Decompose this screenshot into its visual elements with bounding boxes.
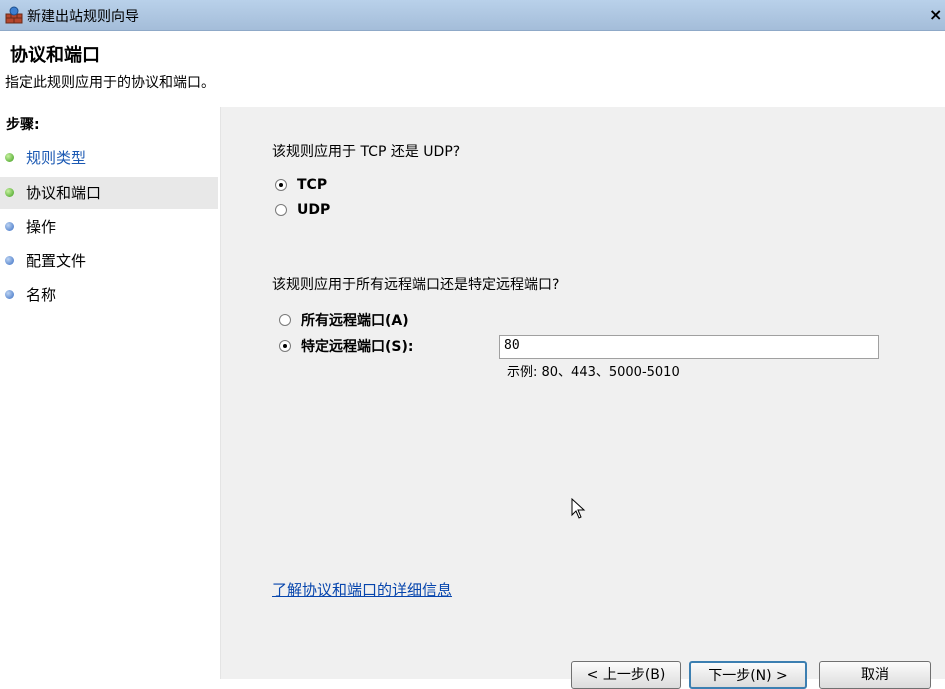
- step-rule-type[interactable]: 规则类型: [0, 142, 218, 174]
- step-protocol-ports[interactable]: 协议和端口: [0, 177, 218, 209]
- ports-question: 该规则应用于所有远程端口还是特定远程端口?: [272, 277, 560, 293]
- cancel-button[interactable]: 取消: [819, 661, 931, 689]
- step-name[interactable]: 名称: [0, 279, 218, 311]
- main-panel: 该规则应用于 TCP 还是 UDP? TCP UDP 该规则应用于所有远程端口还…: [221, 107, 945, 689]
- steps-panel: 步骤: 规则类型 协议和端口 操作 配置文件 名称: [0, 107, 221, 679]
- steps-heading: 步骤:: [6, 117, 40, 133]
- step-status-icon: [5, 153, 14, 162]
- page-header: 协议和端口 指定此规则应用于的协议和端口。: [0, 31, 945, 106]
- step-label: 操作: [26, 218, 57, 236]
- step-label: 配置文件: [26, 252, 87, 270]
- protocol-question: 该规则应用于 TCP 还是 UDP?: [272, 144, 461, 160]
- specific-ports-radio[interactable]: [279, 340, 291, 352]
- next-button[interactable]: 下一步(N) >: [689, 661, 807, 689]
- firewall-wizard-icon: [5, 6, 23, 28]
- step-status-icon: [5, 290, 14, 299]
- tcp-radio[interactable]: [275, 179, 287, 191]
- close-icon[interactable]: ×: [929, 5, 942, 24]
- step-status-icon: [5, 256, 14, 265]
- mouse-pointer-icon: [571, 497, 587, 524]
- title-bar: 新建出站规则向导 ×: [0, 0, 945, 31]
- learn-more-link[interactable]: 了解协议和端口的详细信息: [272, 579, 452, 600]
- udp-radio-label[interactable]: UDP: [297, 202, 330, 218]
- page-subtitle: 指定此规则应用于的协议和端口。: [5, 75, 215, 91]
- step-status-icon: [5, 188, 14, 197]
- tcp-radio-label[interactable]: TCP: [297, 177, 327, 193]
- page-title: 协议和端口: [10, 45, 100, 66]
- udp-radio[interactable]: [275, 204, 287, 216]
- window-title: 新建出站规则向导: [27, 9, 139, 25]
- all-ports-radio-label[interactable]: 所有远程端口(A): [301, 310, 409, 330]
- specific-ports-radio-label[interactable]: 特定远程端口(S):: [301, 336, 413, 356]
- step-status-icon: [5, 222, 14, 231]
- step-profile[interactable]: 配置文件: [0, 245, 218, 277]
- step-label: 协议和端口: [26, 184, 102, 202]
- back-button[interactable]: < 上一步(B): [571, 661, 681, 689]
- port-input[interactable]: 80: [499, 335, 879, 359]
- port-example-hint: 示例: 80、443、5000-5010: [507, 365, 680, 380]
- step-label: 名称: [26, 286, 57, 304]
- all-ports-radio[interactable]: [279, 314, 291, 326]
- step-action[interactable]: 操作: [0, 211, 218, 243]
- step-label: 规则类型: [26, 149, 87, 167]
